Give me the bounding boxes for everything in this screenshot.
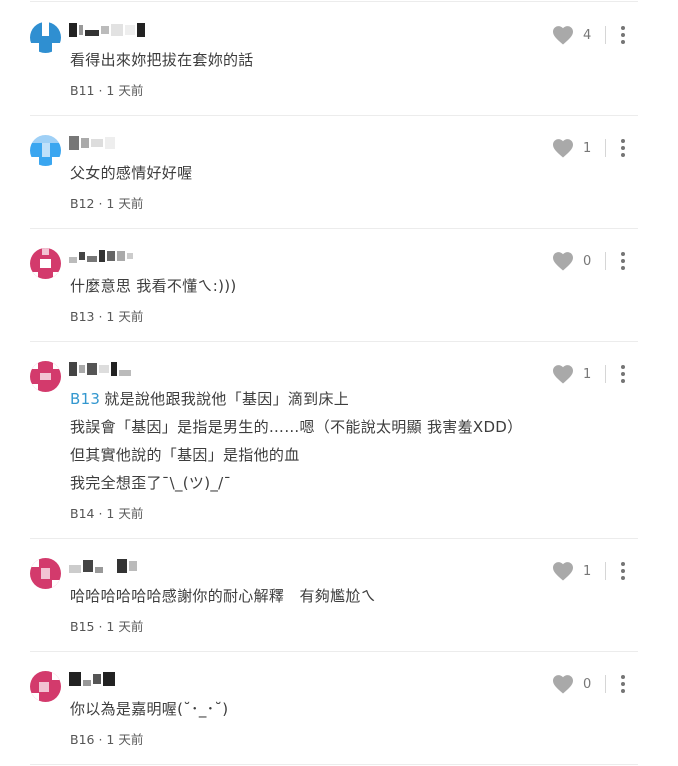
divider [30,228,638,229]
divider [605,139,606,157]
heart-icon[interactable] [552,138,574,158]
comment-time: 1 天前 [106,506,144,521]
username-blurred[interactable] [69,361,131,377]
floor-number[interactable]: B15 [70,619,94,634]
divider [605,26,606,44]
comment-line: B13 就是說他跟我說他「基因」滴到床上 [70,385,522,413]
floor-number[interactable]: B11 [70,83,94,98]
comment-actions: 1 [552,364,627,384]
username-blurred[interactable] [69,22,145,38]
comment-body: B13 就是說他跟我說他「基因」滴到床上 我誤會「基因」是指是男生的……嗯（不能說… [70,385,522,497]
comment-actions: 0 [552,251,627,271]
like-count: 0 [583,253,592,269]
comment-text: 父女的感情好好喔 [70,164,193,182]
comment-time: 1 天前 [106,732,144,747]
avatar[interactable] [30,22,61,53]
divider [30,115,638,116]
more-vertical-icon[interactable] [619,675,627,693]
comment-text: 我誤會「基因」是指是男生的……嗯（不能說太明顯 我害羞XDD） [70,418,523,436]
comment-body: 哈哈哈哈哈哈感謝你的耐心解釋 有夠尷尬ㄟ [70,582,376,610]
comment-body: 看得出來妳把拔在套妳的話 [70,46,254,74]
floor-number[interactable]: B12 [70,196,94,211]
comment-actions: 1 [552,561,627,581]
comment-actions: 4 [552,25,627,45]
comment-body: 你以為是嘉明喔(˘･_･˘) [70,695,228,723]
like-count: 1 [583,563,592,579]
username-blurred[interactable] [69,671,115,687]
more-vertical-icon[interactable] [619,365,627,383]
comment-meta: B16 · 1 天前 [70,729,143,748]
like-count: 4 [583,27,592,43]
avatar[interactable] [30,248,61,279]
comment-meta: B14 · 1 天前 [70,503,143,522]
more-vertical-icon[interactable] [619,252,627,270]
heart-icon[interactable] [552,364,574,384]
divider [30,764,638,765]
comment-meta: B11 · 1 天前 [70,80,143,99]
comment-text: 哈哈哈哈哈哈感謝你的耐心解釋 有夠尷尬ㄟ [70,587,377,605]
avatar[interactable] [30,558,61,589]
divider [605,675,606,693]
divider [30,1,638,2]
more-vertical-icon[interactable] [619,562,627,580]
avatar[interactable] [30,361,61,392]
username-blurred[interactable] [69,135,115,151]
comment-text: 但其實他說的「基因」是指他的血 [70,446,300,464]
avatar[interactable] [30,671,61,702]
comment-body: 父女的感情好好喔 [70,159,192,187]
floor-number[interactable]: B16 [70,732,94,747]
like-count: 0 [583,676,592,692]
divider [605,252,606,270]
username-blurred[interactable] [69,248,133,264]
divider [30,341,638,342]
more-vertical-icon[interactable] [619,26,627,44]
divider [605,562,606,580]
comment-time: 1 天前 [106,309,144,324]
heart-icon[interactable] [552,561,574,581]
floor-number[interactable]: B13 [70,309,94,324]
comment-text: 看得出來妳把拔在套妳的話 [70,51,254,69]
comment-meta: B12 · 1 天前 [70,193,143,212]
like-count: 1 [583,366,592,382]
comment-meta: B15 · 1 天前 [70,616,143,635]
comment-text: 你以為是嘉明喔(˘･_･˘) [70,700,229,718]
more-vertical-icon[interactable] [619,139,627,157]
divider [605,365,606,383]
divider [30,651,638,652]
comment-body: 什麼意思 我看不懂ㄟ:))) [70,272,237,300]
divider [30,538,638,539]
comment-time: 1 天前 [106,619,144,634]
comment-actions: 0 [552,674,627,694]
comment-time: 1 天前 [106,83,144,98]
comment-text: 我完全想歪了¯\_(ツ)_/¯ [70,474,232,492]
comment-text: 就是說他跟我說他「基因」滴到床上 [104,390,350,408]
comment-time: 1 天前 [106,196,144,211]
username-blurred[interactable] [69,558,137,574]
like-count: 1 [583,140,592,156]
reply-mention-link[interactable]: B13 [70,390,100,408]
floor-number[interactable]: B14 [70,506,94,521]
avatar[interactable] [30,135,61,166]
heart-icon[interactable] [552,674,574,694]
heart-icon[interactable] [552,25,574,45]
comment-meta: B13 · 1 天前 [70,306,143,325]
comment-actions: 1 [552,138,627,158]
comment-text: 什麼意思 我看不懂ㄟ:))) [70,277,237,295]
heart-icon[interactable] [552,251,574,271]
